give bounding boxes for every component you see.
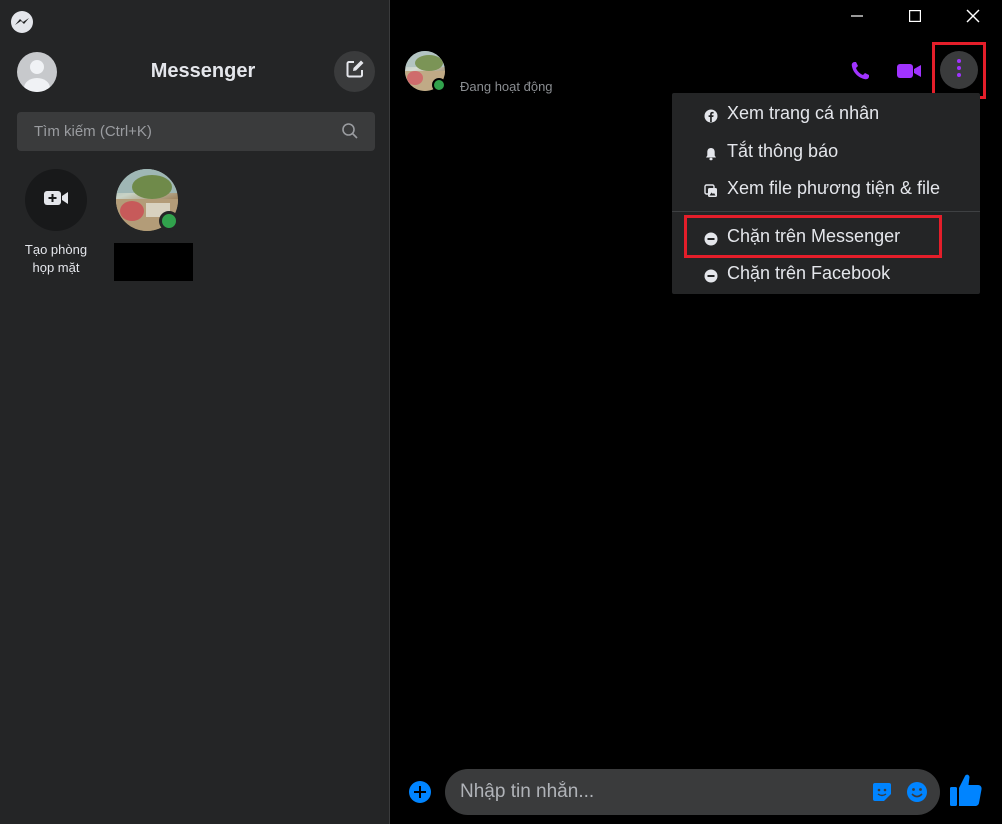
window-controls bbox=[828, 0, 1002, 36]
menu-item-label: Chặn trên Facebook bbox=[727, 263, 891, 283]
emoji-icon[interactable] bbox=[906, 781, 928, 803]
message-composer bbox=[445, 769, 940, 815]
messenger-logo-icon bbox=[10, 10, 34, 34]
maximize-icon bbox=[909, 9, 922, 27]
new-message-button[interactable] bbox=[334, 51, 375, 92]
thumbs-up-icon[interactable] bbox=[949, 772, 983, 808]
active-contact[interactable] bbox=[114, 169, 196, 281]
block-icon bbox=[704, 267, 718, 282]
online-indicator bbox=[159, 211, 179, 231]
phone-icon[interactable] bbox=[848, 59, 872, 83]
chat-panel: Đang hoạt động Xem trang cá nhân Tắt thô… bbox=[391, 0, 1002, 824]
video-call-icon[interactable] bbox=[896, 59, 921, 83]
media-files-icon bbox=[704, 182, 718, 197]
compose-icon bbox=[345, 59, 365, 84]
message-input[interactable] bbox=[445, 769, 845, 815]
plus-circle-icon[interactable] bbox=[408, 780, 432, 804]
create-room-label: Tạo phòng họp mặt bbox=[24, 242, 88, 275]
status-text: Đang hoạt động bbox=[460, 79, 553, 94]
create-room-button[interactable]: Tạo phòng họp mặt bbox=[16, 169, 96, 277]
options-menu: Xem trang cá nhân Tắt thông báo Xem file… bbox=[672, 93, 980, 294]
sidebar-header: Messenger bbox=[0, 50, 390, 94]
menu-item-mute-notifications[interactable]: Tắt thông báo bbox=[672, 133, 980, 170]
highlight-box-more bbox=[932, 42, 986, 99]
menu-item-label: Tắt thông báo bbox=[727, 141, 839, 161]
bell-icon bbox=[704, 145, 718, 160]
minimize-icon bbox=[851, 9, 863, 27]
close-icon bbox=[966, 9, 980, 28]
sidebar: Messenger Tìm kiếm (Ctrl+K) Tạo phòng họ… bbox=[0, 0, 390, 824]
menu-item-block-facebook[interactable]: Chặn trên Facebook bbox=[672, 255, 980, 292]
video-plus-icon bbox=[42, 188, 70, 213]
menu-item-view-profile[interactable]: Xem trang cá nhân bbox=[672, 95, 980, 132]
highlight-box-block-messenger bbox=[684, 215, 942, 258]
menu-item-label: Xem file phương tiện & file bbox=[727, 178, 940, 198]
search-box bbox=[17, 112, 375, 151]
menu-divider bbox=[672, 211, 980, 212]
create-room-circle[interactable] bbox=[25, 169, 87, 231]
menu-item-label: Xem trang cá nhân bbox=[727, 103, 880, 123]
facebook-icon bbox=[704, 107, 718, 122]
search-input[interactable] bbox=[17, 112, 337, 151]
minimize-button[interactable] bbox=[828, 0, 886, 36]
search-icon[interactable] bbox=[341, 122, 359, 140]
online-indicator bbox=[432, 78, 446, 92]
close-button[interactable] bbox=[944, 0, 1002, 36]
redacted-contact-name bbox=[114, 243, 193, 281]
sticker-icon[interactable] bbox=[872, 782, 892, 802]
maximize-button[interactable] bbox=[886, 0, 944, 36]
menu-item-view-media-files[interactable]: Xem file phương tiện & file bbox=[672, 170, 980, 207]
